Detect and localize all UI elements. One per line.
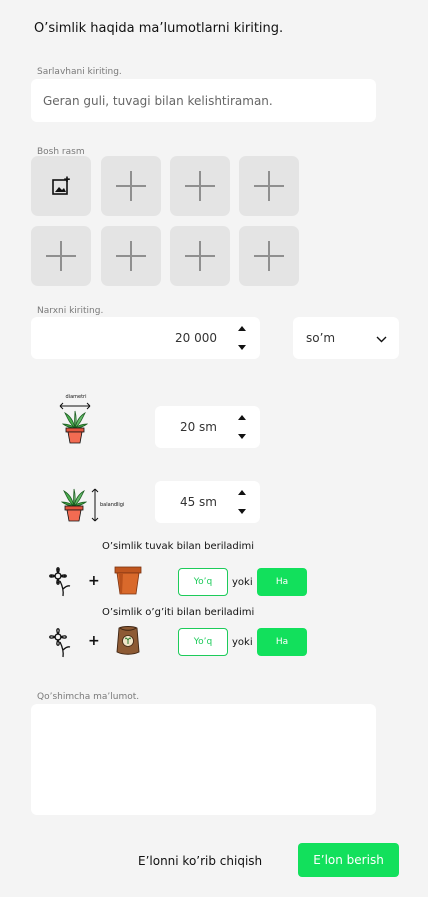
title-input[interactable]: Geran guli, tuvagi bilan kelishtiraman. [31,79,376,122]
pot-question: O’simlik tuvak bilan beriladimi [102,541,255,552]
fertilizer-yes-button[interactable]: Ha [257,628,307,656]
height-input[interactable]: 45 sm [155,481,260,523]
diameter-caption: diametri [65,394,87,400]
flower-outline-icon [49,567,71,597]
stepper-arrows-icon[interactable] [238,415,246,439]
potted-plant-icon [61,488,87,522]
height-arrow-icon [91,488,99,522]
pot-yes-button[interactable]: Ha [257,568,307,596]
extra-info-label: Qo’shimcha ma’lumot. [37,692,140,702]
stepper-arrows-icon[interactable] [238,326,246,350]
main-image-upload[interactable] [31,156,91,216]
plus-icon [114,169,148,203]
preview-link[interactable]: E’lonni ko’rib chiqish [138,854,262,868]
fertilizer-question: O’simlik o’g’iti bilan beriladimi [102,607,255,618]
pot-no-button[interactable]: Yo’q [178,568,228,596]
plus-sign: + [88,573,100,589]
price-label: Narxni kiriting. [37,306,104,316]
submit-button[interactable]: E’lon berish [298,843,399,877]
diameter-value: 20 sm [179,420,217,434]
potted-plant-icon [62,410,88,444]
diameter-input[interactable]: 20 sm [155,406,260,448]
plus-icon [183,239,217,273]
diameter-arrow-icon [59,402,91,410]
plus-sign: + [88,633,100,649]
price-value: 20 000 [175,331,217,345]
plus-icon [114,239,148,273]
plus-icon [183,169,217,203]
plus-icon [252,169,286,203]
plus-icon [252,239,286,273]
chevron-down-icon [376,336,387,343]
height-value: 45 sm [179,495,217,509]
image-upload-tile[interactable] [170,226,230,286]
title-input-value: Geran guli, tuvagi bilan kelishtiraman. [43,93,273,108]
add-image-icon [52,176,70,195]
image-upload-tile[interactable] [101,156,161,216]
plus-icon [44,239,78,273]
page-title: O’simlik haqida ma’lumotlarni kiriting. [34,21,284,36]
fertilizer-or-text: yoki [232,637,253,648]
pot-or-text: yoki [232,577,253,588]
title-field-label: Sarlavhani kiriting. [37,67,122,77]
price-input[interactable]: 20 000 [31,317,260,359]
flower-outline-icon [49,628,71,658]
currency-value: so’m [306,331,336,345]
height-caption: balandligi [100,502,125,508]
fertilizer-no-button[interactable]: Yo’q [178,628,228,656]
image-upload-tile[interactable] [239,226,299,286]
image-upload-tile[interactable] [170,156,230,216]
image-upload-tile[interactable] [239,156,299,216]
image-upload-tile[interactable] [101,226,161,286]
fertilizer-bag-icon [116,626,140,655]
currency-select[interactable]: so’m [293,317,399,359]
stepper-arrows-icon[interactable] [238,490,246,514]
extra-info-textarea[interactable] [31,704,376,815]
flower-pot-icon [114,566,142,595]
image-upload-tile[interactable] [31,226,91,286]
